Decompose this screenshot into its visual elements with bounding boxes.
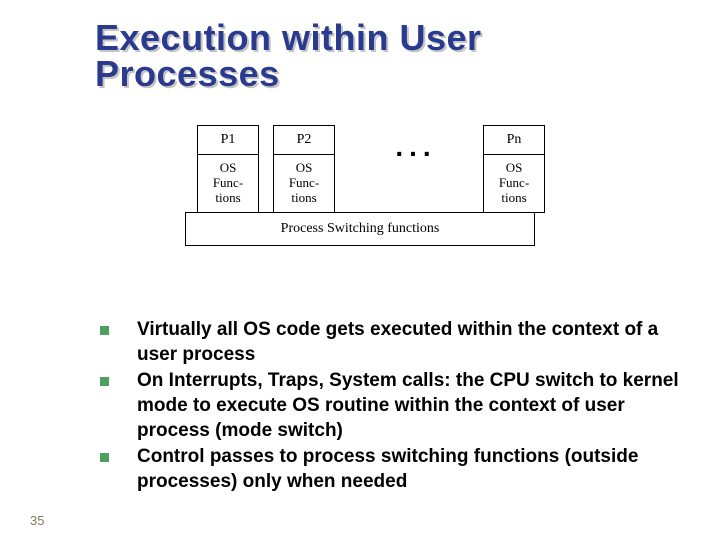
list-item: Control passes to process switching func… <box>100 445 680 494</box>
bullet-icon <box>100 326 109 335</box>
process-column-n: Pn OS Func- tions <box>483 125 545 213</box>
bullet-icon <box>100 453 109 462</box>
title-line-2: Processes <box>95 53 280 94</box>
list-item: Virtually all OS code gets executed with… <box>100 318 680 367</box>
ellipsis-icon: ... <box>349 131 483 213</box>
title-line-1: Execution within User <box>95 17 482 58</box>
list-item: On Interrupts, Traps, System calls: the … <box>100 369 680 443</box>
process-box-pn: Pn <box>483 125 545 155</box>
process-box-p1: P1 <box>197 125 259 155</box>
os-functions-box-n: OS Func- tions <box>483 155 545 213</box>
process-column-2: P2 OS Func- tions <box>273 125 335 213</box>
os-functions-box-2: OS Func- tions <box>273 155 335 213</box>
page-number: 35 <box>30 513 44 528</box>
slide-title: Execution within User Processes <box>95 20 482 92</box>
process-column-1: P1 OS Func- tions <box>197 125 259 213</box>
bullet-text: Control passes to process switching func… <box>137 445 680 494</box>
bullet-icon <box>100 377 109 386</box>
process-diagram: P1 OS Func- tions P2 OS Func- tions ... … <box>175 125 545 246</box>
bullet-text: On Interrupts, Traps, System calls: the … <box>137 369 680 443</box>
os-functions-box-1: OS Func- tions <box>197 155 259 213</box>
bullet-list: Virtually all OS code gets executed with… <box>100 318 680 497</box>
process-switching-box: Process Switching functions <box>185 212 535 246</box>
process-box-p2: P2 <box>273 125 335 155</box>
diagram-columns: P1 OS Func- tions P2 OS Func- tions ... … <box>175 125 545 213</box>
bullet-text: Virtually all OS code gets executed with… <box>137 318 680 367</box>
